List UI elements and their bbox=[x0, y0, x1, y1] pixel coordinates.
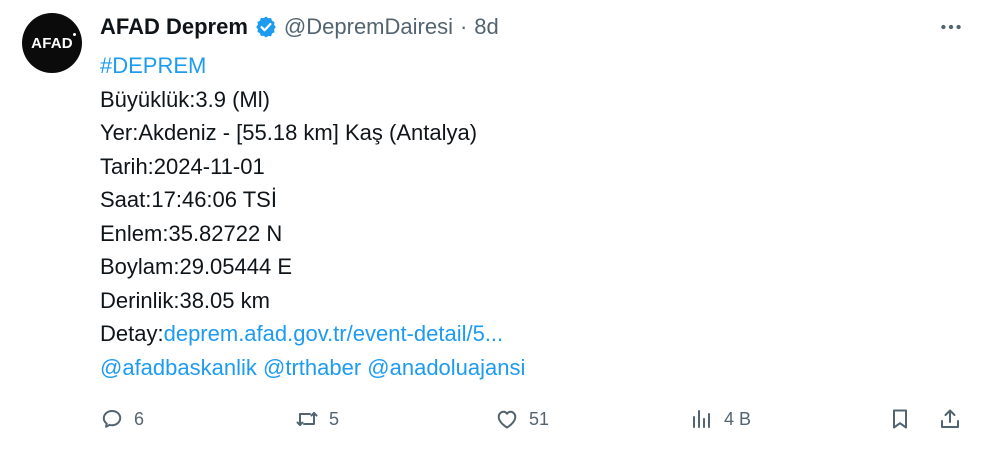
mention-link[interactable]: @afadbaskanlik bbox=[100, 355, 257, 380]
verified-badge-icon[interactable] bbox=[254, 15, 278, 39]
header-separator: · bbox=[459, 14, 468, 39]
views-button[interactable]: 4 B bbox=[690, 401, 751, 437]
retweet-count: 5 bbox=[329, 408, 340, 429]
time-line: Saat:17:46:06 TSİ bbox=[100, 187, 277, 212]
reply-button[interactable]: 6 bbox=[100, 401, 144, 437]
action-bar: 6 5 51 4 B bbox=[100, 401, 970, 437]
retweet-button[interactable]: 5 bbox=[295, 401, 339, 437]
share-icon bbox=[941, 409, 959, 428]
avatar[interactable]: AFAD bbox=[22, 13, 82, 73]
magnitude-line: Büyüklük:3.9 (Ml) bbox=[100, 86, 270, 112]
longitude-line: Boylam:29.05444 E bbox=[100, 254, 293, 279]
bookmark-button[interactable] bbox=[888, 401, 912, 437]
detail-link[interactable]: deprem.afad.gov.tr/event-detail/5... bbox=[164, 321, 504, 346]
mention-link[interactable]: @trthaber bbox=[263, 355, 361, 380]
tweet[interactable]: AFAD AFAD Deprem @DepremDairesi · 8d #DE… bbox=[0, 0, 991, 450]
views-count: 4 B bbox=[724, 408, 752, 429]
location-line: Yer:Akdeniz - [55.18 km] Kaş (Antalya) bbox=[100, 120, 478, 145]
date-line: Tarih:2024-11-01 bbox=[100, 153, 265, 179]
analytics-icon bbox=[693, 410, 710, 428]
heart-icon bbox=[497, 410, 517, 429]
author-handle[interactable]: @DepremDairesi bbox=[284, 14, 453, 40]
more-horizontal-icon bbox=[941, 24, 961, 30]
author-name[interactable]: AFAD Deprem bbox=[100, 14, 248, 40]
tweet-timestamp[interactable]: 8d bbox=[474, 14, 498, 40]
avatar-logo-text: AFAD bbox=[31, 32, 76, 52]
depth-line: Derinlik:38.05 km bbox=[100, 287, 270, 313]
retweet-icon bbox=[296, 412, 318, 426]
mention-link[interactable]: @anadoluajansi bbox=[367, 355, 525, 380]
latitude-line: Enlem:35.82722 N bbox=[100, 220, 283, 246]
hashtag-link[interactable]: #DEPREM bbox=[100, 53, 206, 78]
reply-count: 6 bbox=[134, 408, 145, 429]
reply-icon bbox=[102, 410, 122, 428]
more-options-button[interactable] bbox=[935, 13, 967, 41]
detail-line: Detay:deprem.afad.gov.tr/event-detail/5.… bbox=[100, 317, 960, 351]
tweet-header: AFAD Deprem @DepremDairesi · 8d bbox=[100, 13, 499, 41]
detail-label: Detay: bbox=[100, 321, 164, 346]
bookmark-icon bbox=[893, 409, 907, 429]
share-button[interactable] bbox=[938, 401, 962, 437]
like-count: 51 bbox=[529, 408, 550, 429]
tweet-text: #DEPREM Büyüklük:3.9 (Ml) Yer:Akdeniz - … bbox=[100, 49, 960, 384]
like-button[interactable]: 51 bbox=[495, 401, 549, 437]
mentions-line: @afadbaskanlik @trthaber @anadoluajansi bbox=[100, 351, 960, 385]
